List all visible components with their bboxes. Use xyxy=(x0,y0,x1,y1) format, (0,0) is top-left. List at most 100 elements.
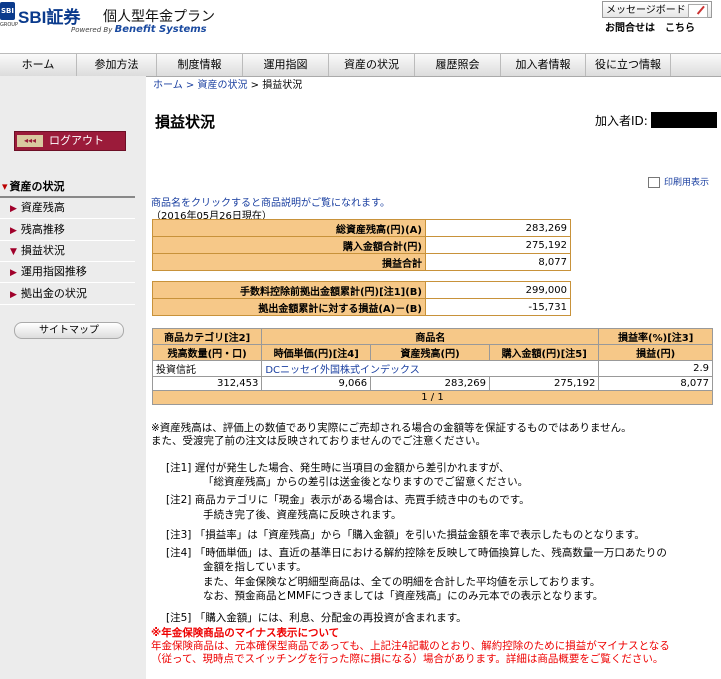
disclaimer-1: ※資産残高は、評価上の数値であり実際にご売却される場合の金額等を保証するものでは… xyxy=(151,422,632,434)
print-link[interactable]: 印刷用表示 xyxy=(648,175,709,188)
summary-value: 283,269 xyxy=(425,219,571,237)
summary-label: 拠出金額累計に対する損益(A)－(B) xyxy=(152,298,426,316)
page-title: 損益状況 xyxy=(155,113,216,131)
note-5: [注5] 「購入金額」には、利息、分配金の再投資が含まれます。 xyxy=(166,612,467,624)
nav-item[interactable]: 参加方法 xyxy=(77,54,157,76)
table-row: 購入金額合計(円) 275,192 xyxy=(152,236,571,254)
note-3: [注3] 「損益率」は「資産残高」から「購入金額」を引いた損益金額を率で表示した… xyxy=(166,529,645,541)
product-link[interactable]: DCニッセイ外国株式インデックス xyxy=(261,360,600,377)
col-product-name: 商品名 xyxy=(261,328,600,345)
note-1: [注1] 遅付が発生した場合、発生時に当項目の金額から差引かれますが、 xyxy=(166,462,510,474)
sidebar-item-orders[interactable]: ▶ 運用指図推移 xyxy=(0,262,135,283)
summary-label: 手数料控除前拠出金額累計(円)[注1](B) xyxy=(152,281,426,299)
table-row: 手数料控除前拠出金額累計(円)[注1](B) 299,000 xyxy=(152,281,571,299)
cell-cost: 275,192 xyxy=(489,376,600,391)
sidebar-section-assets: ▾ 資産の状況 xyxy=(0,177,135,198)
col-price: 時価単価(円)[注4] xyxy=(261,344,372,361)
note-4-cont: 金額を指しています。 xyxy=(203,561,307,573)
summary-table-2: 手数料控除前拠出金額累計(円)[注1](B) 299,000 拠出金額累計に対する… xyxy=(152,281,571,316)
logo-group-text: GROUP xyxy=(0,22,18,28)
nav-item[interactable]: 履歴照会 xyxy=(415,54,501,76)
nav-item[interactable]: 資産の状況 xyxy=(329,54,415,76)
warning-line-2: （従って、現時点でスイッチングを行った際に損になる）場合があります。詳細は商品概… xyxy=(151,653,664,665)
sidebar-section-label: 資産の状況 xyxy=(9,180,65,193)
caret-down-icon: ▾ xyxy=(2,180,8,193)
summary-value: 299,000 xyxy=(425,281,571,299)
note-4: [注4] 「時価単価」は、直近の基準日における解約控除を反映して時価換算した、残… xyxy=(166,547,667,559)
note-2: [注2] 商品カテゴリに「現金」表示がある場合は、売買手続き中のものです。 xyxy=(166,494,530,506)
warning-line-1: 年金保険商品は、元本確保型商品であっても、上記注4記載のとおり、解約控除のために… xyxy=(151,640,670,652)
logout-button[interactable]: ◂◂◂ ログアウト xyxy=(14,131,126,151)
warning-title: ※年金保険商品のマイナス表示について xyxy=(151,627,340,639)
sidebar-item-contributions[interactable]: ▶ 拠出金の状況 xyxy=(0,284,135,305)
cell-price: 9,066 xyxy=(261,376,372,391)
cell-category: 投資信託 xyxy=(151,360,263,377)
nav-item[interactable]: ホーム xyxy=(0,54,77,76)
sidebar-item-profit[interactable]: ▼ 損益状況 xyxy=(0,241,135,262)
caret-down-icon: ▼ xyxy=(10,247,17,257)
col-quantity: 残高数量(円・口) xyxy=(151,344,263,361)
sidebar-item-history[interactable]: ▶ 残高推移 xyxy=(0,220,135,241)
sidebar-item-label: 運用指図推移 xyxy=(20,265,87,278)
nav-item[interactable]: 加入者情報 xyxy=(501,54,586,76)
sidebar-item-label: 資産残高 xyxy=(20,201,65,214)
pager-row: 1 / 1 xyxy=(152,390,713,405)
sidebar-item-label: 拠出金の状況 xyxy=(20,287,87,300)
note-4-cont2: また、年金保険など明細型商品は、全ての明細を合計した平均値を示しております。 xyxy=(203,576,601,588)
col-cost: 購入金額(円)[注5] xyxy=(489,344,600,361)
sitemap-button[interactable]: サイトマップ xyxy=(14,322,124,339)
print-label: 印刷用表示 xyxy=(664,178,710,188)
caret-right-icon: ▶ xyxy=(10,226,17,236)
contact-link[interactable]: お問合せは こちら xyxy=(602,21,712,36)
table-row: 拠出金額累計に対する損益(A)－(B) -15,731 xyxy=(152,298,571,316)
logout-label: ログアウト xyxy=(49,134,104,147)
disclaimer-2: また、受渡完了前の注文は反映されておりませんのでご注意ください。 xyxy=(151,435,487,447)
message-board-label: メッセージボード xyxy=(606,5,686,16)
powered-by: Powered By Benefit Systems xyxy=(71,24,207,35)
nav-item[interactable]: 運用指図 xyxy=(243,54,329,76)
col-category: 商品カテゴリ[注2] xyxy=(151,328,263,345)
breadcrumb-assets[interactable]: 資産の状況 xyxy=(197,80,247,91)
summary-label: 損益合計 xyxy=(152,253,426,271)
member-id-redacted xyxy=(651,112,717,128)
summary-label: 購入金額合計(円) xyxy=(152,236,426,254)
table-row: 損益合計 8,077 xyxy=(152,253,571,271)
col-pl: 損益(円) xyxy=(598,344,713,361)
cell-balance: 283,269 xyxy=(370,376,491,391)
breadcrumb-home[interactable]: ホーム xyxy=(153,80,183,91)
breadcrumb: ホーム > 資産の状況 > 損益状況 xyxy=(153,76,302,91)
holdings-table: 商品カテゴリ[注2] 商品名 損益率(%)[注3] 残高数量(円・口) 時価単価… xyxy=(151,328,713,405)
summary-value: 275,192 xyxy=(425,236,571,254)
sidebar xyxy=(0,76,146,679)
breadcrumb-sep: > xyxy=(247,80,263,91)
printer-icon xyxy=(648,177,660,188)
breadcrumb-sep: > xyxy=(182,80,198,91)
sidebar-item-balance[interactable]: ▶ 資産残高 xyxy=(0,198,135,219)
envelope-icon xyxy=(688,4,708,18)
table-row: 312,453 9,066 283,269 275,192 8,077 xyxy=(151,376,713,391)
summary-table-1: 総資産残高(円)(A) 283,269 購入金額合計(円) 275,192 損益合計… xyxy=(152,219,571,271)
breadcrumb-current: 損益状況 xyxy=(262,80,303,91)
summary-value: -15,731 xyxy=(425,298,571,316)
powered-prefix: Powered By xyxy=(71,26,113,34)
table-header-row: 残高数量(円・口) 時価単価(円)[注4] 資産残高(円) 購入金額(円)[注5… xyxy=(151,344,713,361)
caret-right-icon: ▶ xyxy=(10,204,17,214)
note-1-cont: 「総資産残高」からの差引は送金後となりますのでご留意ください。 xyxy=(203,476,529,488)
member-id-label: 加入者ID: xyxy=(595,114,648,128)
col-rate: 損益率(%)[注3] xyxy=(598,328,713,345)
caret-right-icon: ▶ xyxy=(10,290,17,300)
sidebar-item-label: 損益状況 xyxy=(20,244,65,257)
message-board-button[interactable]: メッセージボード xyxy=(602,1,712,18)
cell-rate: 2.9 xyxy=(598,360,713,377)
nav-item[interactable]: 制度情報 xyxy=(157,54,243,76)
nav-item[interactable]: 役に立つ情報 xyxy=(586,54,671,76)
powered-name: Benefit Systems xyxy=(114,24,207,35)
plan-name: 個人型年金プラン xyxy=(103,9,215,25)
table-row: 投資信託 DCニッセイ外国株式インデックス 2.9 xyxy=(151,360,713,377)
table-row: 総資産残高(円)(A) 283,269 xyxy=(152,219,571,237)
col-balance: 資産残高(円) xyxy=(370,344,491,361)
pager: 1 / 1 xyxy=(152,390,713,405)
cell-pl: 8,077 xyxy=(598,376,713,391)
note-2-cont: 手続き完了後、資産残高に反映されます。 xyxy=(203,509,402,521)
sbi-logo-mark: SBI xyxy=(0,2,15,20)
